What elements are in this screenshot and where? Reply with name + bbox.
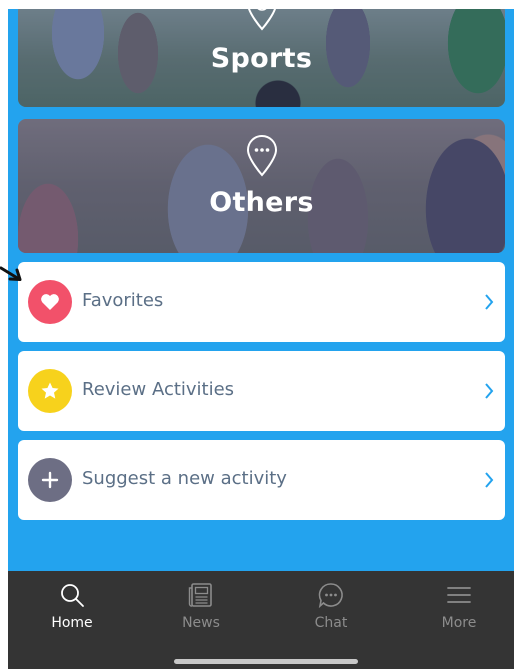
- tab-label: News: [182, 615, 220, 631]
- list-item-label: Favorites: [82, 290, 164, 311]
- bottom-tab-bar: Home News Chat More: [8, 571, 514, 669]
- tab-more[interactable]: More: [396, 571, 514, 635]
- chevron-right-icon: [483, 470, 495, 490]
- hamburger-menu-icon: [446, 581, 472, 609]
- category-card-sports[interactable]: Sports: [18, 9, 505, 107]
- ellipsis-pin-icon: [245, 135, 279, 177]
- tab-label: Home: [51, 615, 93, 631]
- category-card-others[interactable]: Others: [18, 119, 505, 253]
- chevron-right-icon: [483, 292, 495, 312]
- chat-bubble-icon: [317, 581, 345, 609]
- list-item-label: Suggest a new activity: [82, 468, 287, 489]
- heart-icon: [28, 280, 72, 324]
- list-item-review-activities[interactable]: Review Activities: [18, 351, 505, 431]
- category-label-others: Others: [209, 187, 314, 218]
- app-screen: Sports Others Favorites Review Activitie…: [8, 9, 514, 669]
- list-item-suggest-activity[interactable]: Suggest a new activity: [18, 440, 505, 520]
- tab-home[interactable]: Home: [9, 571, 135, 635]
- list-item-favorites[interactable]: Favorites: [18, 262, 505, 342]
- star-icon: [28, 369, 72, 413]
- tab-label: Chat: [314, 615, 348, 631]
- category-label-sports: Sports: [210, 43, 313, 74]
- arrow-annotation-icon: [0, 262, 26, 284]
- list-item-label: Review Activities: [82, 379, 235, 400]
- chevron-right-icon: [483, 381, 495, 401]
- tab-chat[interactable]: Chat: [268, 571, 394, 635]
- tab-news[interactable]: News: [138, 571, 264, 635]
- search-icon: [59, 581, 85, 609]
- plus-icon: [28, 458, 72, 502]
- tab-label: More: [441, 615, 477, 631]
- home-indicator: [174, 659, 358, 664]
- newspaper-icon: [188, 581, 214, 609]
- soccer-ball-pin-icon: [245, 9, 279, 31]
